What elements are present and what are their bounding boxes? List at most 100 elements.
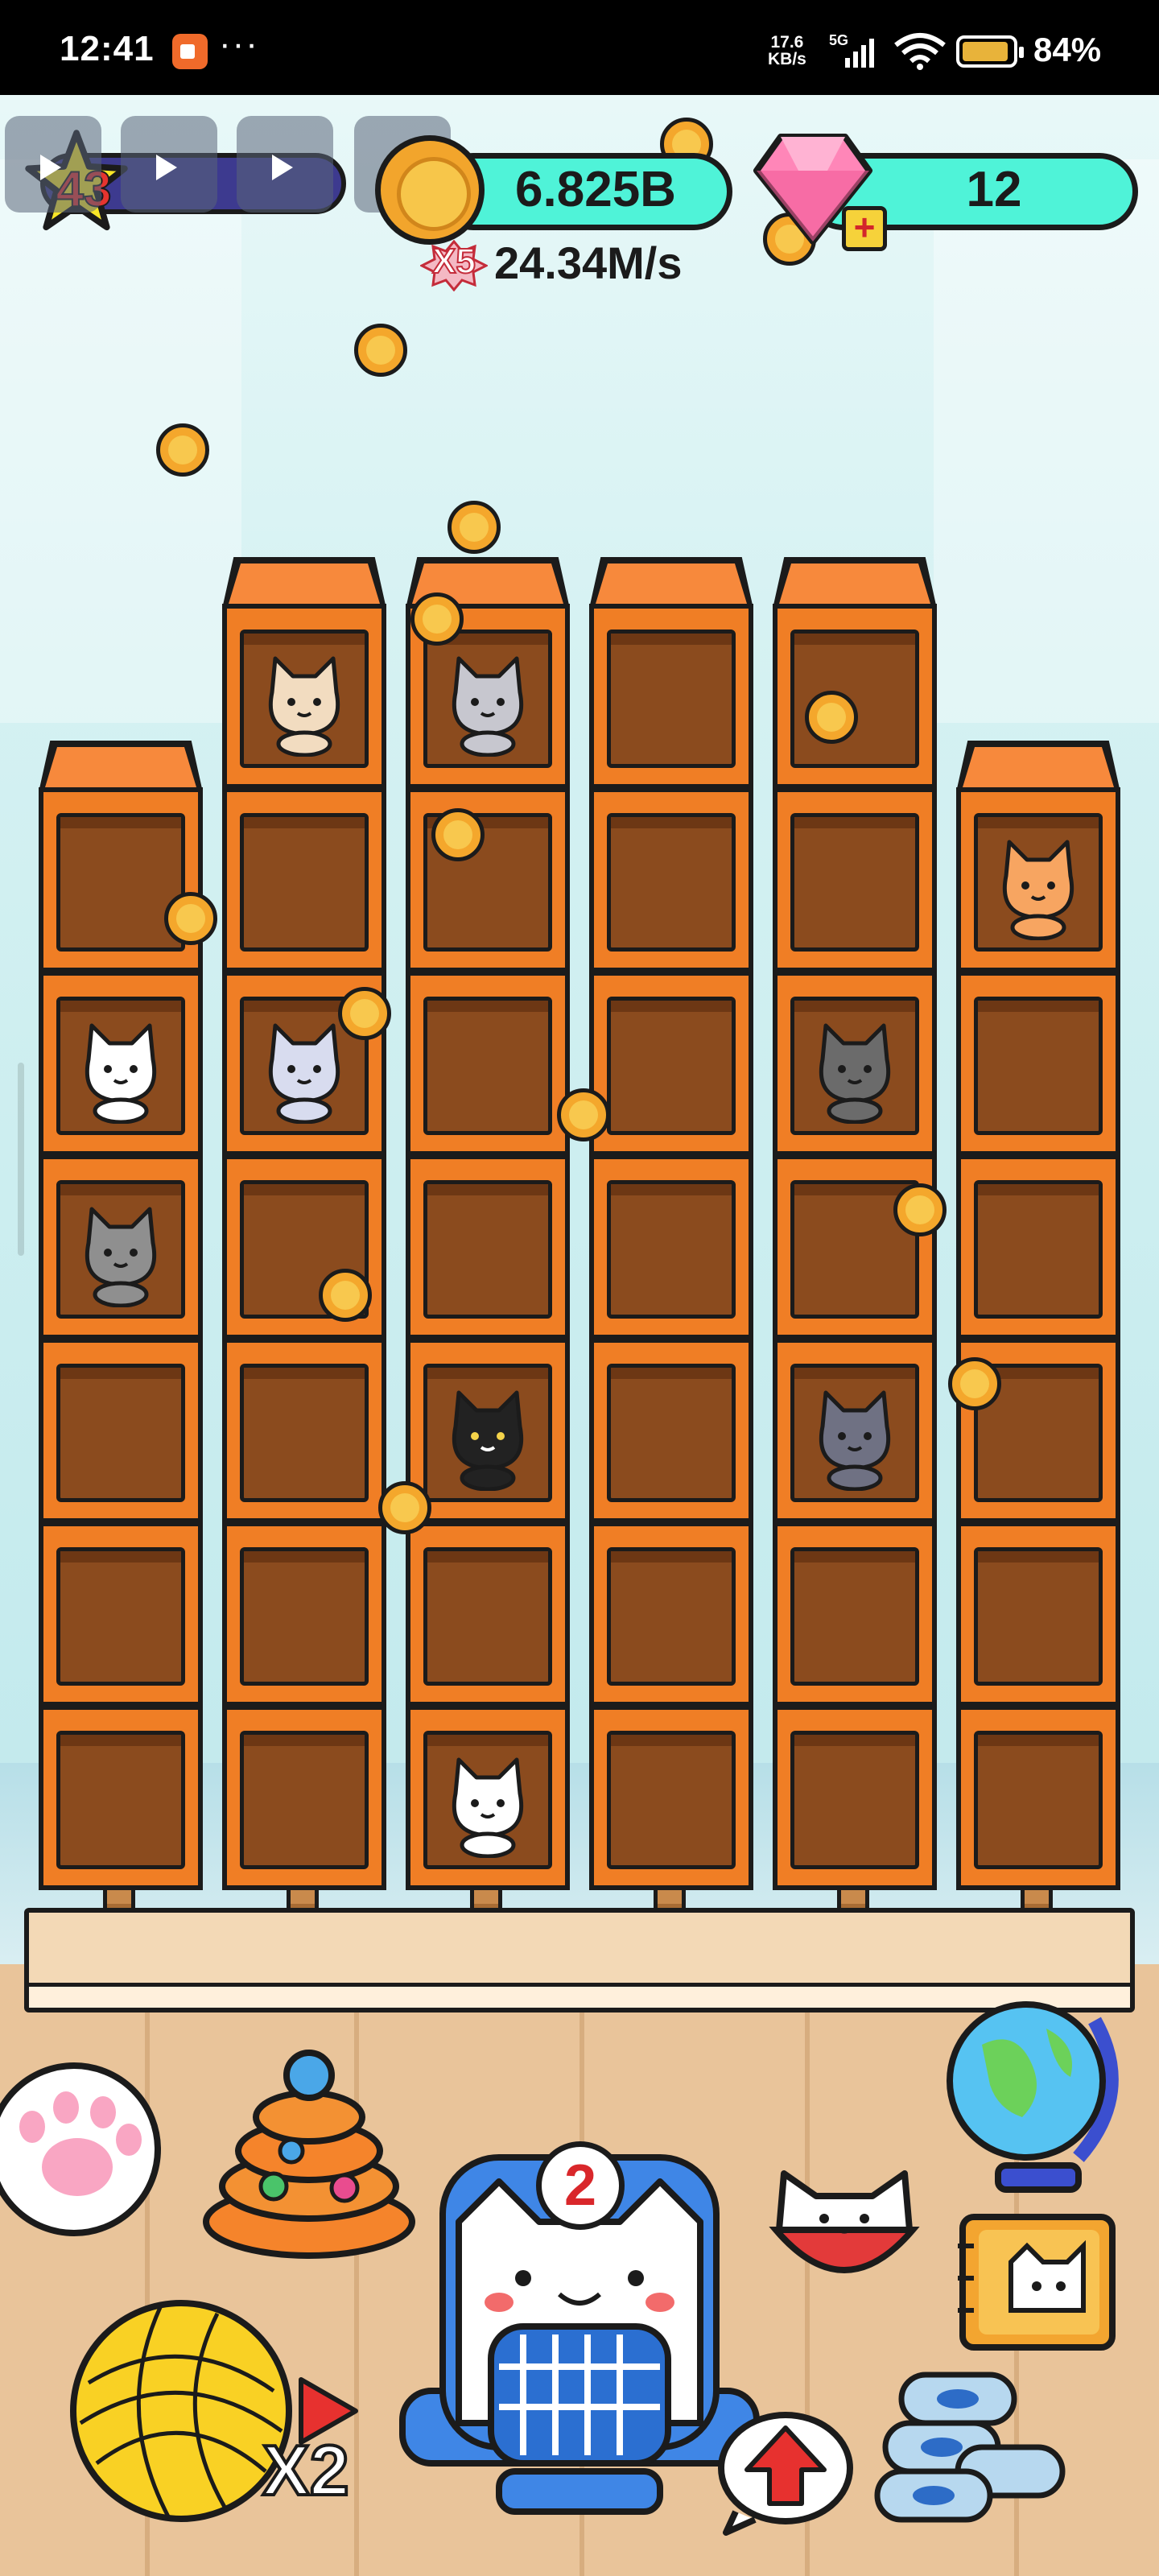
samurai-cat-icon[interactable] (798, 1011, 911, 1124)
shelf-cell[interactable] (406, 1154, 570, 1340)
cell-opening (790, 1547, 919, 1686)
cell-opening (240, 1547, 369, 1686)
network-type: 5G (829, 32, 848, 48)
shelf-cell[interactable] (406, 971, 570, 1156)
shelf-cell[interactable] (222, 1338, 386, 1523)
shelf-cell[interactable] (406, 787, 570, 972)
coin-icon[interactable] (319, 1269, 372, 1322)
cell-opening (423, 997, 552, 1135)
globe-icon[interactable] (934, 1988, 1127, 2198)
shelf-cell[interactable] (773, 604, 937, 789)
shelf-column (406, 557, 570, 1890)
shelf-roof (39, 741, 203, 792)
maid-cat-icon[interactable] (64, 1011, 177, 1124)
cell-opening (56, 1731, 185, 1869)
shelf-cell[interactable] (773, 1154, 937, 1340)
paw-icon[interactable] (0, 2045, 169, 2246)
cell-opening (607, 1364, 736, 1502)
tuna-cans-icon[interactable] (869, 2359, 1070, 2528)
cell-opening (974, 1180, 1103, 1319)
coin-icon[interactable] (378, 1481, 431, 1534)
bengal-cat-icon[interactable] (248, 644, 361, 757)
cell-opening (423, 1180, 552, 1319)
witch-cat-icon[interactable] (431, 1378, 544, 1491)
shelf-cell[interactable] (406, 1521, 570, 1707)
coin-icon[interactable] (156, 423, 209, 477)
shelf-cell[interactable] (222, 604, 386, 789)
network-speed: 17.6 KB/s (768, 34, 806, 68)
shelf-cell[interactable] (956, 1154, 1120, 1340)
shelf-cell[interactable] (222, 1705, 386, 1890)
shelf-cell[interactable] (589, 787, 753, 972)
shelf-roof (773, 557, 937, 609)
shelf-cell[interactable] (773, 1338, 937, 1523)
shelf-roof (589, 557, 753, 609)
upgrade-arrow-icon[interactable] (711, 2407, 856, 2536)
ninja-cat-icon[interactable] (64, 1195, 177, 1307)
cell-opening (56, 1547, 185, 1686)
shelf-cell[interactable] (39, 971, 203, 1156)
skip-button[interactable] (237, 116, 333, 213)
network-speed-value: 17.6 (770, 33, 804, 52)
tiger-cat-icon[interactable] (982, 828, 1095, 940)
coin-balance: 6.825B (515, 162, 676, 217)
shelf-cell[interactable] (39, 1154, 203, 1340)
coin-icon[interactable] (164, 892, 217, 945)
shelf-cell[interactable] (589, 1521, 753, 1707)
cell-opening (974, 997, 1103, 1135)
shelf-cell[interactable] (956, 1705, 1120, 1890)
shelf-cell[interactable] (589, 1154, 753, 1340)
cell-opening (240, 1731, 369, 1869)
scroll-indicator (18, 1063, 24, 1256)
cell-opening (790, 1731, 919, 1869)
shelf-cell[interactable] (39, 1338, 203, 1523)
shelf-cell[interactable] (773, 787, 937, 972)
shelf-cell[interactable] (39, 1521, 203, 1707)
cell-opening (56, 813, 185, 952)
cell-opening (240, 813, 369, 952)
coin-icon[interactable] (557, 1088, 610, 1141)
calico-cat-icon[interactable] (431, 1745, 544, 1858)
play-button[interactable] (121, 116, 217, 213)
cat-book-icon[interactable] (947, 2206, 1124, 2359)
shelf-cell[interactable] (589, 1705, 753, 1890)
shelf-cell[interactable] (956, 1521, 1120, 1707)
shelf-cell[interactable] (39, 787, 203, 972)
shelf-cell[interactable] (589, 604, 753, 789)
shelf-cell[interactable] (589, 1338, 753, 1523)
shelf-cell[interactable] (406, 1705, 570, 1890)
gem-balance: 12 (966, 162, 1022, 217)
shelf-roof (222, 557, 386, 609)
coin-multiplier: X5 (431, 241, 476, 282)
coin-icon[interactable] (893, 1183, 947, 1236)
cell-opening (56, 1364, 185, 1502)
shelf-cell[interactable] (406, 1338, 570, 1523)
shelf-cell[interactable] (222, 1521, 386, 1707)
play-icon (156, 155, 177, 180)
shelf-cell[interactable] (39, 1705, 203, 1890)
cell-opening (974, 1731, 1103, 1869)
replay-button[interactable] (5, 116, 101, 213)
shelf-cell[interactable] (222, 787, 386, 972)
shelf-cell[interactable] (589, 971, 753, 1156)
double-speed-label[interactable]: X2 (261, 2429, 351, 2512)
coin-icon[interactable] (805, 691, 858, 744)
shelf-cell[interactable] (773, 1521, 937, 1707)
coin-icon[interactable] (431, 808, 485, 861)
shelf-cell[interactable] (773, 1705, 937, 1890)
shelf-cell[interactable] (773, 971, 937, 1156)
cell-opening (607, 997, 736, 1135)
beanie-cat-icon[interactable] (431, 644, 544, 757)
cell-opening (240, 1364, 369, 1502)
coin-icon[interactable] (410, 592, 464, 646)
coin-icon[interactable] (338, 987, 391, 1040)
network-speed-unit: KB/s (768, 50, 806, 68)
nurse-cat-icon[interactable] (798, 1378, 911, 1491)
coin-icon[interactable] (948, 1357, 1001, 1410)
shelf-cell[interactable] (956, 787, 1120, 972)
shelf-cell[interactable] (956, 971, 1120, 1156)
cat-bowl-icon[interactable] (760, 2141, 929, 2302)
coin-icon[interactable] (448, 501, 501, 554)
coin-icon[interactable] (354, 324, 407, 377)
wifi-icon (894, 33, 946, 70)
